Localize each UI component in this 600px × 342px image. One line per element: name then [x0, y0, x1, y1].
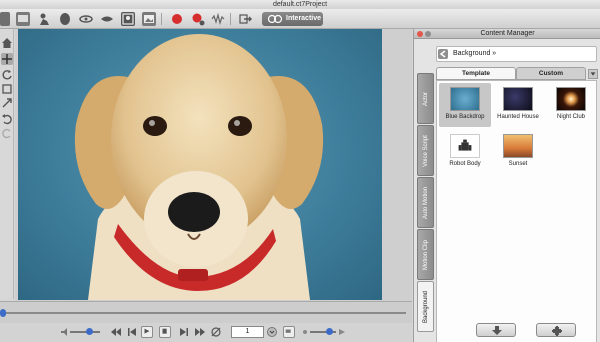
settings-button[interactable] — [283, 326, 295, 338]
list-item[interactable]: Robot Body — [439, 130, 491, 174]
tab-actor[interactable]: Actor — [417, 73, 434, 124]
tab-motion-clip[interactable]: Motion Clip — [417, 229, 434, 280]
main-toolbar: Interactive — [0, 9, 600, 29]
move-icon[interactable] — [1, 53, 13, 65]
breadcrumb-chevron-icon: » — [490, 50, 497, 57]
stop-button[interactable] — [159, 326, 171, 338]
home-icon[interactable] — [1, 37, 13, 49]
list-item[interactable]: Blue Backdrop — [439, 83, 491, 127]
thumbnail-grid: Blue Backdrop Haunted House Night Club R… — [436, 80, 597, 342]
tab-template[interactable]: Template — [436, 67, 516, 80]
record-voice-icon[interactable] — [191, 12, 205, 26]
item-label: Sunset — [508, 161, 528, 167]
character-icon[interactable] — [0, 12, 10, 26]
rewind-icon[interactable] — [110, 326, 122, 338]
library-tabs: Template Custom — [436, 67, 597, 80]
preview-canvas[interactable] — [18, 29, 382, 300]
thumbnail-image — [503, 134, 533, 158]
panel-actions — [476, 323, 586, 337]
stage-viewport[interactable] — [15, 29, 412, 301]
record-icon[interactable] — [170, 12, 184, 26]
toolbar-divider — [230, 13, 231, 25]
loop-off-icon[interactable] — [210, 326, 222, 338]
item-label: Robot Body — [449, 161, 481, 167]
content-manager-title: Content Manager — [480, 30, 535, 37]
undo-icon[interactable] — [1, 113, 13, 125]
image-icon[interactable] — [142, 12, 156, 26]
frame-field[interactable]: 1 — [231, 326, 264, 338]
thumbnail-image — [503, 87, 533, 111]
add-button[interactable] — [536, 323, 576, 337]
export-icon[interactable] — [239, 12, 253, 26]
speed-knob[interactable] — [326, 328, 333, 335]
list-item[interactable]: Sunset — [492, 130, 544, 174]
list-item[interactable]: Night Club — [545, 83, 597, 127]
content-manager-panel: Content Manager Background » Actor Voice… — [413, 29, 600, 342]
dog-actor[interactable] — [18, 29, 382, 300]
playback-controls: 1 — [0, 323, 412, 342]
interactive-label: Interactive — [286, 15, 322, 22]
view-toolbar — [0, 29, 14, 299]
eye-icon[interactable] — [79, 12, 93, 26]
next-frame-icon[interactable] — [178, 326, 190, 338]
category-tabs: Actor Voice Script Auto Motion Motion Cl… — [417, 73, 434, 335]
play-button[interactable] — [141, 326, 153, 338]
volume-slider[interactable] — [70, 331, 100, 333]
frame-stepper-icon[interactable] — [266, 326, 278, 338]
window-title: default.ct7Project — [0, 0, 600, 9]
volume-knob[interactable] — [86, 328, 93, 335]
thumbnail-image — [450, 134, 480, 158]
pose-icon[interactable] — [37, 12, 51, 26]
toolbar-divider — [161, 13, 162, 25]
interactive-icon — [267, 14, 283, 24]
tab-voice-script[interactable]: Voice Script — [417, 125, 434, 176]
tab-auto-motion[interactable]: Auto Motion — [417, 177, 434, 228]
download-button[interactable] — [476, 323, 516, 337]
mouth-icon[interactable] — [100, 12, 114, 26]
waveform-icon[interactable] — [211, 12, 225, 26]
timeline-playhead[interactable] — [0, 309, 6, 317]
close-icon[interactable] — [417, 31, 423, 37]
fit-icon[interactable] — [1, 97, 13, 109]
redo-icon[interactable] — [1, 127, 13, 139]
breadcrumb: Background » — [436, 46, 597, 62]
timeline-track — [0, 312, 406, 314]
rotate-icon[interactable] — [1, 69, 13, 81]
item-label: Night Club — [556, 114, 585, 120]
tab-custom[interactable]: Custom — [516, 67, 586, 80]
head-icon[interactable] — [58, 12, 72, 26]
item-label: Blue Backdrop — [445, 114, 485, 120]
item-label: Haunted House — [497, 114, 539, 120]
options-dropdown[interactable] — [588, 69, 598, 79]
minimize-icon[interactable] — [425, 31, 431, 37]
back-button[interactable] — [438, 49, 448, 59]
breadcrumb-label: Background — [453, 50, 491, 57]
thumbnail-image — [556, 87, 586, 111]
timeline-scrubber[interactable] — [0, 301, 412, 323]
content-manager-header: Content Manager — [414, 29, 600, 39]
tab-background[interactable]: Background — [417, 281, 434, 332]
speed-fast-icon — [336, 326, 348, 338]
portrait-icon[interactable] — [121, 12, 135, 26]
interactive-button[interactable]: Interactive — [262, 12, 323, 26]
prev-frame-icon[interactable] — [126, 326, 138, 338]
list-item[interactable]: Haunted House — [492, 83, 544, 127]
scene-icon[interactable] — [16, 12, 30, 26]
scale-icon[interactable] — [1, 83, 13, 95]
fast-forward-icon[interactable] — [194, 326, 206, 338]
thumbnail-image — [450, 87, 480, 111]
